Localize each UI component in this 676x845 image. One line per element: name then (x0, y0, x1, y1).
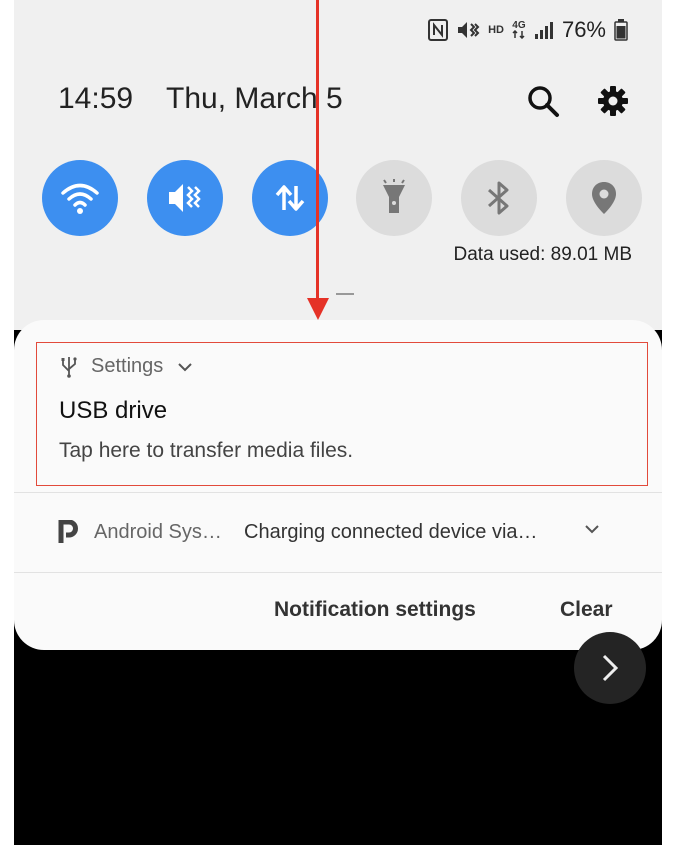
flashlight-toggle[interactable] (356, 160, 432, 236)
android-system-notification[interactable]: Android Sys… Charging connected device v… (14, 494, 662, 572)
data-usage-label: Data used: 89.01 MB (453, 244, 633, 265)
divider (14, 492, 662, 493)
signal-icon (534, 20, 554, 40)
notification-text: Charging connected device via… (244, 521, 538, 543)
battery-icon (614, 19, 628, 41)
notification-settings-button[interactable]: Notification settings (274, 598, 476, 622)
phone-screen: HD 4G 76% 14:59 Thu, March 5 Data used: … (14, 0, 662, 845)
bluetooth-icon (488, 181, 509, 215)
notification-text: Tap here to transfer media files. (59, 439, 354, 462)
next-button[interactable] (574, 632, 646, 704)
wifi-icon (61, 183, 99, 214)
hd-icon: HD (488, 24, 504, 36)
notification-card: Settings USB drive Tap here to transfer … (14, 320, 662, 650)
nfc-icon (428, 19, 449, 41)
gear-icon (598, 86, 628, 116)
bluetooth-toggle[interactable] (461, 160, 537, 236)
annotation-arrow-line (316, 0, 319, 302)
notification-app-name: Settings (91, 355, 164, 377)
status-bar: HD 4G 76% (428, 14, 628, 46)
flashlight-icon (383, 179, 405, 213)
search-button[interactable] (526, 84, 560, 118)
usb-icon (61, 356, 77, 378)
android-system-icon (58, 520, 78, 543)
chevron-down-icon[interactable] (584, 524, 600, 534)
chevron-down-icon[interactable] (177, 362, 193, 372)
settings-button[interactable] (596, 84, 630, 118)
battery-percent: 76% (561, 17, 606, 42)
clock: 14:59 (58, 82, 134, 115)
vibrate-mute-icon (456, 19, 480, 41)
sound-toggle[interactable] (147, 160, 223, 236)
vibrate-mute-icon (169, 184, 201, 212)
notification-actions: Notification settings Clear (14, 576, 662, 650)
location-pin-icon (592, 182, 616, 214)
notification-app-row: Settings (61, 355, 193, 378)
wifi-toggle[interactable] (42, 160, 118, 236)
annotation-arrow-head (307, 298, 329, 320)
clear-button[interactable]: Clear (560, 598, 613, 622)
notification-title: USB drive (59, 397, 168, 424)
usb-notification[interactable]: Settings USB drive Tap here to transfer … (36, 342, 648, 486)
data-transfer-icon (275, 185, 305, 211)
4g-data-icon: 4G (512, 21, 526, 39)
notification-app-name: Android Sys… (94, 521, 222, 543)
drag-handle[interactable] (336, 293, 354, 295)
divider (14, 572, 662, 573)
chevron-right-icon (602, 654, 619, 682)
location-toggle[interactable] (566, 160, 642, 236)
search-icon (528, 86, 559, 117)
notification-shade: HD 4G 76% 14:59 Thu, March 5 Data used: … (14, 0, 662, 330)
